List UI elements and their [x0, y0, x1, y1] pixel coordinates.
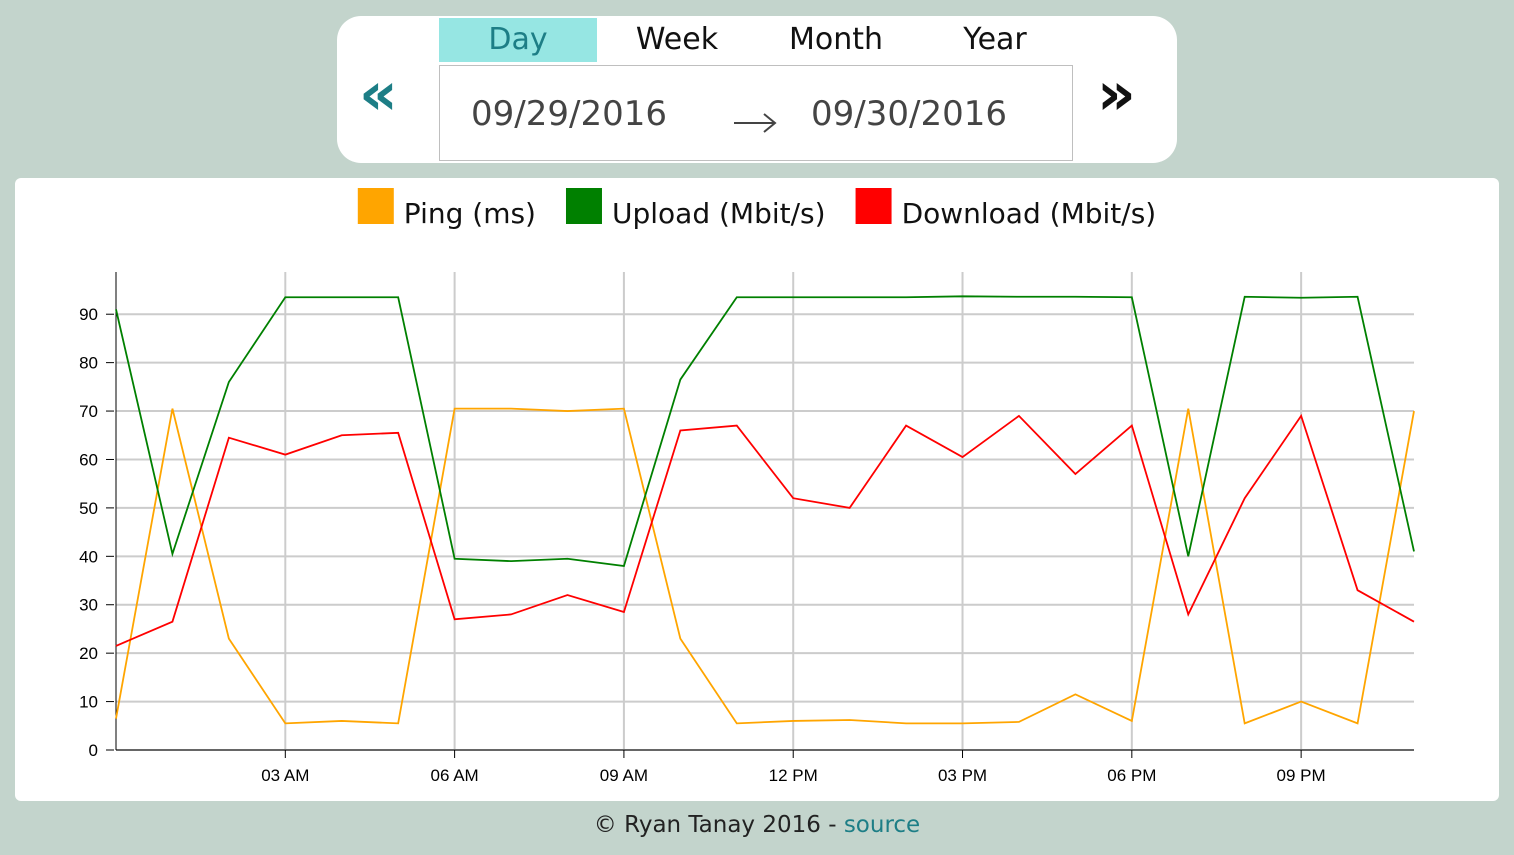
y-tick-label: 70 — [79, 402, 98, 421]
series-line-1 — [115, 295, 1415, 567]
y-tick-label: 90 — [79, 305, 98, 324]
x-tick-label: 06 AM — [431, 766, 479, 785]
legend-swatch — [855, 188, 892, 224]
y-tick-label: 10 — [79, 693, 98, 712]
y-tick-label: 80 — [79, 354, 98, 373]
legend-label: Ping (ms) — [404, 197, 536, 230]
date-range-picker: Day Week Month Year « 09/29/2016 09/30/2… — [337, 16, 1177, 163]
y-tick-label: 60 — [79, 450, 98, 469]
chart-panel: 0 10 20 30 40 50 60 70 80 90 03 AM 06 AM 09 AM 12 PM 0… — [15, 178, 1499, 801]
date-range-display[interactable]: 09/29/2016 09/30/2016 — [439, 65, 1073, 161]
x-tick-label: 09 AM — [600, 766, 648, 785]
x-tick-label: 12 PM — [769, 766, 818, 785]
end-date: 09/30/2016 — [811, 94, 1007, 134]
x-tick-label: 09 PM — [1277, 766, 1326, 785]
legend-swatch — [565, 188, 602, 224]
legend-label: Upload (Mbit/s) — [612, 197, 826, 230]
double-chevron-right-icon: » — [1097, 59, 1136, 129]
tab-day[interactable]: Day — [439, 18, 597, 62]
copyright-text: © Ryan Tanay 2016 - — [593, 812, 844, 838]
next-range-button[interactable]: » — [1097, 64, 1136, 124]
tab-week[interactable]: Week — [598, 18, 756, 62]
y-tick-label: 30 — [79, 596, 98, 615]
x-tick-label: 03 PM — [938, 766, 987, 785]
footer: © Ryan Tanay 2016 - source — [0, 812, 1514, 838]
double-chevron-left-icon: « — [359, 59, 398, 129]
series-line-2 — [115, 413, 1415, 647]
legend: Ping (ms) Upload (Mbit/s) Download (Mbit/s… — [357, 188, 1157, 230]
source-link[interactable]: source — [844, 812, 920, 838]
series-line-0 — [115, 407, 1415, 725]
tab-year[interactable]: Year — [916, 18, 1074, 62]
legend-label: Download (Mbit/s) — [902, 197, 1157, 230]
arrow-right-icon — [732, 104, 778, 144]
tab-month[interactable]: Month — [757, 18, 915, 62]
legend-swatch — [357, 188, 394, 224]
x-tick-label: 06 PM — [1107, 766, 1156, 785]
y-tick-label: 0 — [89, 741, 98, 760]
x-tick-label: 03 AM — [261, 766, 309, 785]
y-tick-label: 20 — [79, 644, 98, 663]
previous-range-button[interactable]: « — [359, 64, 398, 124]
y-tick-label: 40 — [79, 547, 98, 566]
start-date: 09/29/2016 — [471, 94, 667, 134]
speed-chart: 0 10 20 30 40 50 60 70 80 90 03 AM 06 AM 09 AM 12 PM 0… — [79, 188, 1415, 785]
y-tick-label: 50 — [79, 499, 98, 518]
